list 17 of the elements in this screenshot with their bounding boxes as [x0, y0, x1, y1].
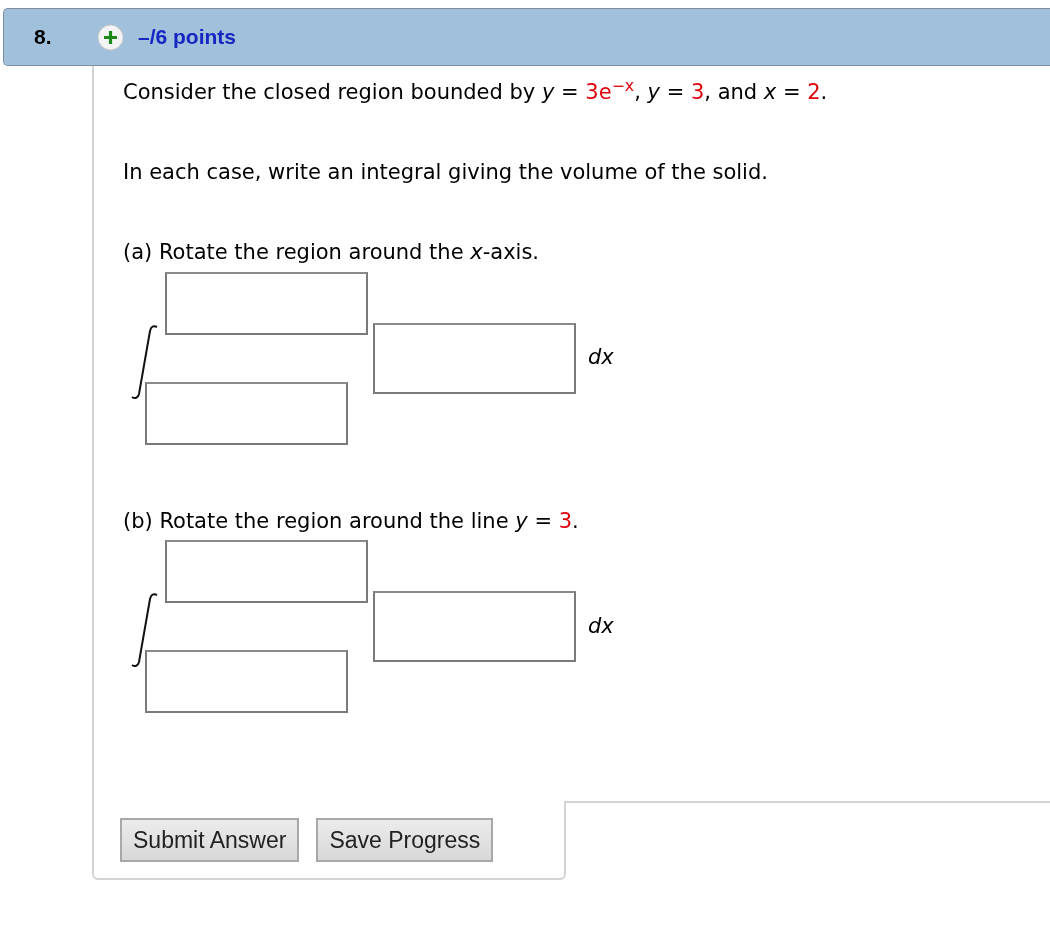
integrand-field[interactable] [373, 590, 576, 662]
lower-limit-field[interactable] [145, 649, 348, 713]
instruction-text: In each case, write an integral giving the volume of the solid. [123, 160, 769, 186]
upper-limit-field[interactable] [165, 271, 368, 335]
problem-statement: Consider the closed region bounded by y = 3e$^{−x}$, y = 3, and x = 2. [123, 80, 829, 106]
lower-limit-field[interactable] [145, 381, 348, 445]
points-label: –/6 points [138, 24, 237, 51]
differential-label: dx [588, 612, 614, 640]
part-prompt: (a) Rotate the region around the x-axis. [123, 240, 540, 266]
add-icon[interactable] [97, 23, 124, 51]
save-button[interactable]: Save Progress [316, 817, 494, 863]
differential-label: dx [588, 344, 614, 372]
upper-limit-field[interactable] [165, 539, 368, 603]
submit-button[interactable]: Submit Answer [120, 817, 300, 863]
question-number: 8. [34, 24, 53, 51]
integrand-field[interactable] [373, 322, 576, 394]
part-prompt: (b) Rotate the region around the line y = 3. [123, 508, 580, 534]
